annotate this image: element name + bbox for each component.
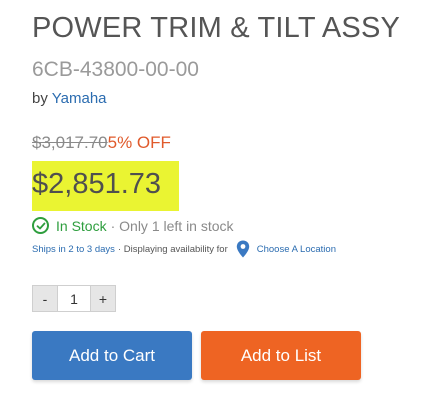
ships-text: Ships in 2 to 3 days xyxy=(32,243,115,255)
quantity-stepper: - + xyxy=(32,285,116,312)
availability-text: · Displaying availability for xyxy=(117,243,228,255)
stock-note: · Only 1 left in stock xyxy=(110,217,234,234)
quantity-increase-button[interactable]: + xyxy=(91,286,115,311)
old-price: $3,017.70 xyxy=(32,133,108,152)
brand-link[interactable]: Yamaha xyxy=(52,90,107,107)
quantity-decrease-button[interactable]: - xyxy=(33,286,57,311)
add-to-list-button[interactable]: Add to List xyxy=(201,331,361,380)
check-circle-icon xyxy=(32,217,49,234)
in-stock-label: In Stock xyxy=(56,217,107,234)
map-pin-icon[interactable] xyxy=(236,240,250,258)
brand-line: by Yamaha xyxy=(32,90,107,107)
discount-label: 5% OFF xyxy=(107,133,171,152)
part-number: 6CB-43800-00-00 xyxy=(32,58,199,81)
choose-location-link[interactable]: Choose A Location xyxy=(257,244,336,255)
current-price: $2,851.73 xyxy=(32,168,162,200)
shipping-info: Ships in 2 to 3 days · Displaying availa… xyxy=(32,240,336,258)
quantity-input[interactable] xyxy=(57,286,91,311)
add-to-cart-button[interactable]: Add to Cart xyxy=(32,331,192,380)
stock-status: In Stock · Only 1 left in stock xyxy=(32,217,234,234)
by-label: by xyxy=(32,90,48,107)
old-price-row: $3,017.705% OFF xyxy=(32,133,171,153)
product-title: POWER TRIM & TILT ASSY xyxy=(32,12,401,44)
